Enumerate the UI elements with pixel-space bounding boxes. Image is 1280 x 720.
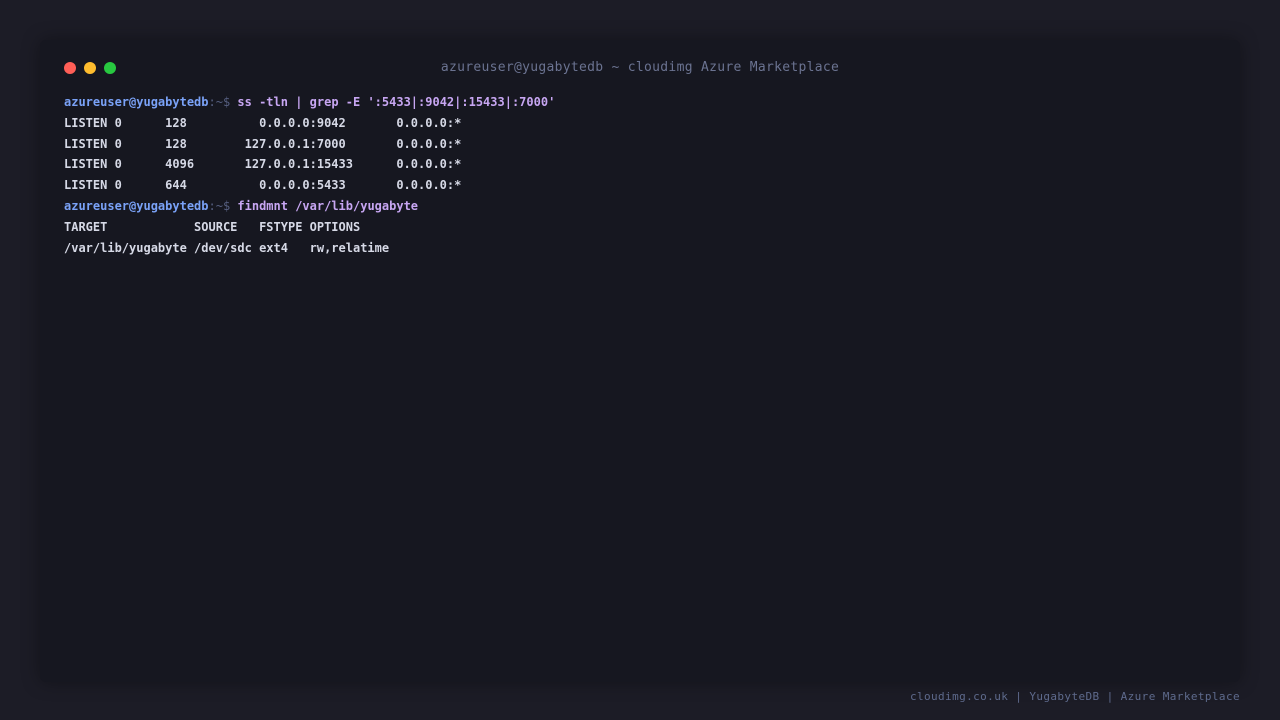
terminal-window: azureuser@yugabytedb ~ cloudimg Azure Ma… bbox=[40, 40, 1240, 682]
output-line: LISTEN 0 644 0.0.0.0:5433 0.0.0.0:* bbox=[64, 178, 462, 193]
prompt-suffix: :~$ bbox=[208, 198, 238, 213]
prompt-user: azureuser@yugabytedb bbox=[64, 95, 209, 109]
output-line: LISTEN 0 128 0.0.0.0:9042 0.0.0.0:* bbox=[64, 115, 462, 130]
output-line: LISTEN 0 4096 127.0.0.1:15433 0.0.0.0:* bbox=[64, 157, 462, 172]
command-text: findmnt /var/lib/yugabyte bbox=[237, 198, 419, 213]
prompt-line: azureuser@yugabytedb:~$ findmnt /var/lib… bbox=[64, 196, 1216, 217]
output-line: /var/lib/yugabyte /dev/sdc ext4 rw,relat… bbox=[64, 240, 390, 255]
terminal-output[interactable]: azureuser@yugabytedb:~$ ss -tln | grep -… bbox=[64, 92, 1216, 258]
prompt-user: azureuser@yugabytedb bbox=[64, 198, 209, 213]
output-line: LISTEN 0 128 127.0.0.1:7000 0.0.0.0:* bbox=[64, 136, 462, 151]
command-text: ss -tln | grep -E ':5433|:9042|:15433|:7… bbox=[237, 95, 556, 109]
title-bar: azureuser@yugabytedb ~ cloudimg Azure Ma… bbox=[40, 40, 1240, 96]
window-title: azureuser@yugabytedb ~ cloudimg Azure Ma… bbox=[440, 60, 840, 75]
prompt-suffix: :~$ bbox=[208, 95, 238, 109]
output-line: TARGET SOURCE FSTYPE OPTIONS bbox=[64, 219, 361, 234]
prompt-line: azureuser@yugabytedb:~$ ss -tln | grep -… bbox=[64, 92, 1216, 113]
footer-credit: cloudimg.co.uk | YugabyteDB | Azure Mark… bbox=[909, 690, 1240, 703]
